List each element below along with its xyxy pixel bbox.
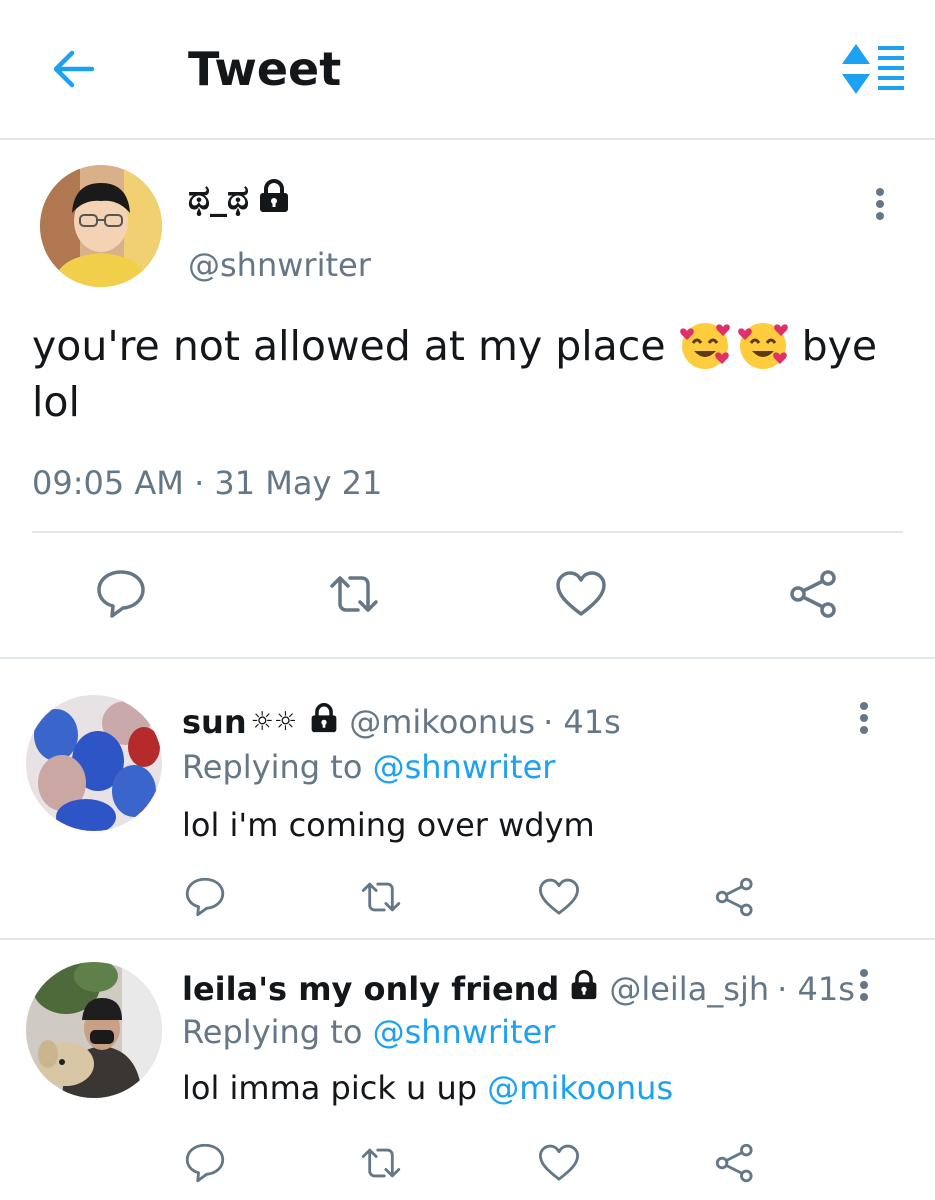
smiling-face-with-hearts-emoji-icon [736,319,790,373]
tweet-text-after-emoji: bye [801,322,878,370]
reply-icon[interactable] [184,1142,226,1184]
reply-divider [0,938,935,940]
timestamp-separator: · [194,464,205,502]
lock-icon [309,703,339,741]
more-options-icon[interactable] [850,696,878,744]
display-name[interactable]: ಥ_ಥ [188,178,249,218]
tweet-timestamp: 09:05 AM · 31 May 21 [32,462,382,504]
share-icon[interactable] [788,568,840,620]
reply-time: · 41s [543,703,621,741]
smiling-face-with-hearts-emoji-icon [678,319,732,373]
tweet-divider [0,657,935,659]
reply-text-body: lol imma pick u up [182,1069,478,1107]
avatar[interactable] [26,962,162,1098]
share-icon[interactable] [714,1142,756,1184]
share-icon[interactable] [714,876,756,918]
tweet-time: 09:05 AM [32,464,184,502]
header-divider [0,138,935,140]
lock-icon [257,179,291,217]
retweet-icon[interactable] [360,876,402,918]
sort-tweets-icon[interactable] [838,40,908,98]
replying-to: Replying to @shnwriter [182,1011,555,1053]
tweet-date: 31 May 21 [214,464,383,502]
replying-to-handle[interactable]: @shnwriter [373,1013,556,1051]
reply-icon[interactable] [95,568,147,620]
replying-to-label: Replying to [182,748,363,786]
avatar[interactable] [26,695,162,831]
retweet-icon[interactable] [360,1142,402,1184]
avatar[interactable] [40,165,162,287]
reply-time: · 41s [777,970,855,1008]
display-name-deco: ☼☼ [250,707,298,737]
tweet-text-line2: lol [32,378,80,426]
retweet-icon[interactable] [328,568,380,620]
reply-text: lol imma pick u up @mikoonus [182,1067,673,1109]
tweet-text-line1: you're not allowed at my place [32,322,666,370]
user-handle[interactable]: @shnwriter [188,244,371,286]
display-name[interactable]: leila's my only friend [182,970,559,1008]
replying-to-label: Replying to [182,1013,363,1051]
like-heart-icon[interactable] [555,568,607,620]
tweet-text: you're not allowed at my place bye lol [32,318,912,430]
action-divider [32,531,903,533]
mention-link[interactable]: @mikoonus [487,1069,673,1107]
user-handle[interactable]: @mikoonus [349,703,535,741]
more-options-icon[interactable] [866,182,894,230]
replying-to: Replying to @shnwriter [182,746,555,788]
lock-icon [569,970,599,1008]
back-arrow-icon[interactable] [48,44,98,94]
reply-icon[interactable] [184,876,226,918]
like-heart-icon[interactable] [538,1142,580,1184]
more-options-icon[interactable] [850,963,878,1011]
replying-to-handle[interactable]: @shnwriter [373,748,556,786]
reply-text: lol i'm coming over wdym [182,806,595,844]
user-handle[interactable]: @leila_sjh [609,970,769,1008]
like-heart-icon[interactable] [538,876,580,918]
page-title: Tweet [188,42,342,96]
display-name[interactable]: sun [182,703,247,741]
